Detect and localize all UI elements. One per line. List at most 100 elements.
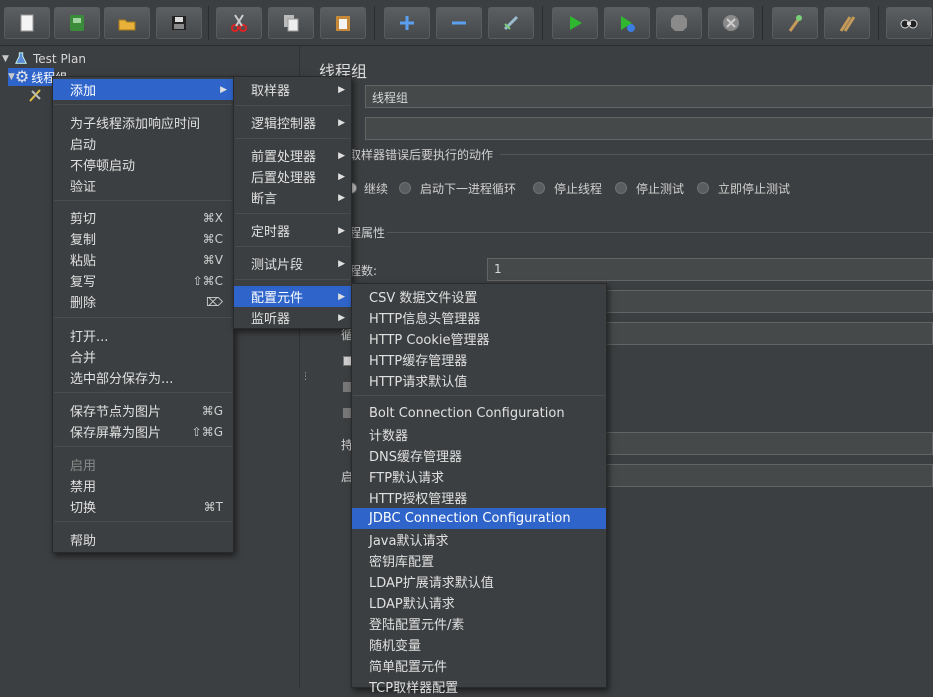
submenu-arrow-icon: ▶ xyxy=(338,150,345,161)
menu-item-jdbc-connection[interactable]: JDBC Connection Configuration xyxy=(352,508,606,529)
shutdown-icon[interactable] xyxy=(708,7,754,39)
menu-separator xyxy=(235,105,350,106)
menu-item-start-no-pauses[interactable]: 不停顿启动 xyxy=(53,154,233,175)
menu-separator xyxy=(54,521,232,522)
tree-item-thread-group[interactable]: ▼ ⚙ 线程组 xyxy=(8,68,67,86)
menu-item-assertion[interactable]: 断言 ▶ xyxy=(234,187,351,208)
menu-separator xyxy=(54,317,232,318)
menu-item-cut[interactable]: 剪切 ⌘X xyxy=(53,207,233,228)
menu-item-start[interactable]: 启动 xyxy=(53,133,233,154)
menu-item-test-fragment[interactable]: 测试片段 ▶ xyxy=(234,253,351,274)
menu-item-add[interactable]: 添加 ▶ xyxy=(53,79,233,100)
menu-item-listener[interactable]: 监听器 ▶ xyxy=(234,307,351,328)
menu-item-add-response-time[interactable]: 为子线程添加响应时间 xyxy=(53,112,233,133)
menu-item-sampler[interactable]: 取样器 ▶ xyxy=(234,79,351,100)
section-divider xyxy=(500,154,933,155)
section-divider xyxy=(387,232,933,233)
copy-icon[interactable] xyxy=(268,7,314,39)
menu-item-config-element[interactable]: 配置元件 ▶ xyxy=(234,286,351,307)
menu-item-ldap-extended-defaults[interactable]: LDAP扩展请求默认值 xyxy=(352,571,606,592)
menu-item-open[interactable]: 打开... xyxy=(53,325,233,346)
stop-thread-radio[interactable] xyxy=(533,182,545,194)
menu-item-duplicate[interactable]: 复写 ⇧⌘C xyxy=(53,270,233,291)
menu-separator xyxy=(235,138,350,139)
save-icon[interactable] xyxy=(156,7,202,39)
menu-item-http-auth-manager[interactable]: HTTP授权管理器 xyxy=(352,487,606,508)
stop-icon[interactable] xyxy=(656,7,702,39)
menu-separator xyxy=(235,279,350,280)
menu-item-keystore-config[interactable]: 密钥库配置 xyxy=(352,550,606,571)
menu-separator xyxy=(54,446,232,447)
threads-field[interactable]: 1 xyxy=(487,258,933,281)
search-icon[interactable] xyxy=(886,7,932,39)
submenu-arrow-icon: ▶ xyxy=(220,84,227,95)
menu-item-save-selection-as[interactable]: 选中部分保存为... xyxy=(53,367,233,388)
menu-item-logic-controller[interactable]: 逻辑控制器 ▶ xyxy=(234,112,351,133)
stop-test-radio[interactable] xyxy=(615,182,627,194)
new-document-icon[interactable] xyxy=(4,7,50,39)
menu-item-save-node-image[interactable]: 保存节点为图片 ⌘G xyxy=(53,400,233,421)
comment-field[interactable] xyxy=(365,117,933,140)
toolbar xyxy=(0,0,933,46)
menu-item-tcp-sampler-config[interactable]: TCP取样器配置 xyxy=(352,676,606,697)
start-no-pauses-icon[interactable] xyxy=(604,7,650,39)
toolbar-separator xyxy=(374,6,375,40)
submenu-arrow-icon: ▶ xyxy=(338,117,345,128)
collapse-triangle-icon[interactable]: ▼ xyxy=(8,72,15,82)
menu-item-dns-cache-manager[interactable]: DNS缓存管理器 xyxy=(352,445,606,466)
cut-icon[interactable] xyxy=(216,7,262,39)
menu-item-enable[interactable]: 启用 xyxy=(53,454,233,475)
menu-item-paste[interactable]: 粘贴 ⌘V xyxy=(53,249,233,270)
menu-item-save-screen-image[interactable]: 保存屏幕为图片 ⇧⌘G xyxy=(53,421,233,442)
name-field[interactable]: 线程组 xyxy=(365,85,933,108)
tree-item-test-plan[interactable]: ▼ Test Plan xyxy=(2,50,86,68)
menu-item-pre-processor[interactable]: 前置处理器 ▶ xyxy=(234,145,351,166)
toolbar-separator xyxy=(542,6,543,40)
menu-item-bolt-connection[interactable]: Bolt Connection Configuration xyxy=(352,403,606,424)
tree-item-child[interactable] xyxy=(28,87,44,105)
menu-item-copy[interactable]: 复制 ⌘C xyxy=(53,228,233,249)
menu-item-http-cache-manager[interactable]: HTTP缓存管理器 xyxy=(352,349,606,370)
stop-test-now-radio[interactable] xyxy=(697,182,709,194)
toggle-icon[interactable] xyxy=(488,7,534,39)
templates-icon[interactable] xyxy=(54,7,100,39)
menu-item-help[interactable]: 帮助 xyxy=(53,529,233,550)
expand-icon[interactable] xyxy=(384,7,430,39)
menu-item-ftp-request-defaults[interactable]: FTP默认请求 xyxy=(352,466,606,487)
next-loop-radio[interactable] xyxy=(399,182,411,194)
menu-item-csv-data-set[interactable]: CSV 数据文件设置 xyxy=(352,286,606,307)
sampler-error-label: 取样器错误后要执行的动作 xyxy=(349,148,494,162)
menu-item-simple-config[interactable]: 简单配置元件 xyxy=(352,655,606,676)
menu-item-disable[interactable]: 禁用 xyxy=(53,475,233,496)
menu-item-toggle[interactable]: 切换 ⌘T xyxy=(53,496,233,517)
menu-item-http-header-manager[interactable]: HTTP信息头管理器 xyxy=(352,307,606,328)
open-folder-icon[interactable] xyxy=(104,7,150,39)
collapse-icon[interactable] xyxy=(436,7,482,39)
menu-item-delete[interactable]: 删除 ⌦ xyxy=(53,291,233,312)
menu-item-post-processor[interactable]: 后置处理器 ▶ xyxy=(234,166,351,187)
tree-item-label: Test Plan xyxy=(33,52,86,66)
submenu-arrow-icon: ▶ xyxy=(338,258,345,269)
toolbar-separator xyxy=(762,6,763,40)
menu-item-ldap-request-defaults[interactable]: LDAP默认请求 xyxy=(352,592,606,613)
collapse-triangle-icon[interactable]: ▼ xyxy=(2,54,14,64)
menu-item-random-variable[interactable]: 随机变量 xyxy=(352,634,606,655)
menu-item-counter[interactable]: 计数器 xyxy=(352,424,606,445)
menu-item-login-config[interactable]: 登陆配置元件/素 xyxy=(352,613,606,634)
menu-item-http-request-defaults[interactable]: HTTP请求默认值 xyxy=(352,370,606,391)
menu-item-java-request-defaults[interactable]: Java默认请求 xyxy=(352,529,606,550)
clear-all-icon[interactable] xyxy=(824,7,870,39)
stop-test-label: 停止测试 xyxy=(636,182,685,196)
menu-item-validate[interactable]: 验证 xyxy=(53,175,233,196)
submenu-arrow-icon: ▶ xyxy=(338,225,345,236)
menu-item-timer[interactable]: 定时器 ▶ xyxy=(234,220,351,241)
stop-thread-label: 停止线程 xyxy=(554,182,603,196)
menu-item-merge[interactable]: 合并 xyxy=(53,346,233,367)
submenu-arrow-icon: ▶ xyxy=(338,171,345,182)
start-icon[interactable] xyxy=(552,7,598,39)
menu-item-http-cookie-manager[interactable]: HTTP Cookie管理器 xyxy=(352,328,606,349)
clear-icon[interactable] xyxy=(772,7,818,39)
menu-separator xyxy=(353,395,605,396)
continue-label: 继续 xyxy=(364,182,389,196)
paste-icon[interactable] xyxy=(320,7,366,39)
